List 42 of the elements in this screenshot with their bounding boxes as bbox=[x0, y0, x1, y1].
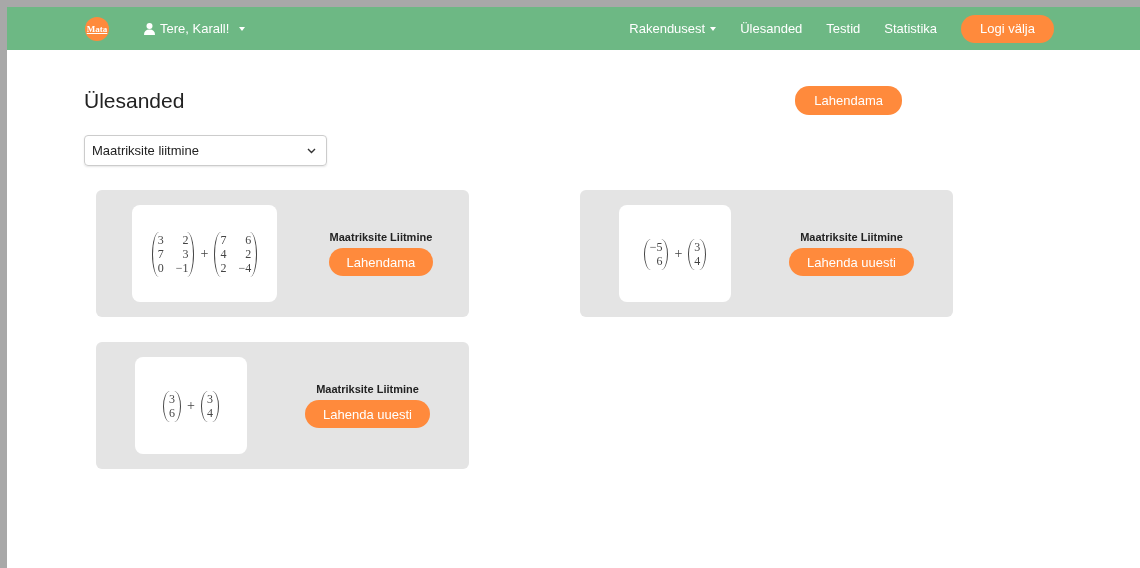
nav-link[interactable]: Rakendusest bbox=[629, 21, 706, 36]
matrix-entry: 2 bbox=[244, 248, 252, 261]
matrix-entry: 6 bbox=[244, 234, 252, 247]
matrix-entry: −1 bbox=[175, 262, 189, 275]
plus-sign: + bbox=[200, 245, 209, 262]
matrix-entry: 6 bbox=[655, 255, 663, 268]
matrix-entry: 3 bbox=[169, 393, 176, 406]
user-icon bbox=[144, 22, 155, 35]
matrix-entry: 4 bbox=[220, 248, 227, 261]
matrix-entry: 3 bbox=[181, 248, 189, 261]
topic-select[interactable]: Maatriksite liitmine bbox=[84, 135, 327, 166]
matrix-entry: 3 bbox=[694, 241, 701, 254]
plus-sign: + bbox=[674, 245, 683, 262]
matrix-entry: 4 bbox=[206, 407, 213, 420]
task-title: Maatriksite Liitmine bbox=[800, 231, 903, 243]
matrix-entry: 2 bbox=[181, 234, 189, 247]
caret-icon bbox=[239, 26, 246, 31]
nav-link[interactable]: Statistika bbox=[884, 21, 938, 36]
task-title: Maatriksite Liitmine bbox=[329, 231, 433, 243]
solve-button[interactable]: Lahendama bbox=[795, 86, 902, 115]
solve-button[interactable]: Lahendama bbox=[328, 248, 434, 276]
plus-sign: + bbox=[187, 397, 195, 414]
page-title: Ülesanded bbox=[84, 88, 185, 113]
matrix-entry: −5 bbox=[649, 241, 663, 254]
logout-button[interactable]: Logi välja bbox=[961, 14, 1054, 43]
task-title: Maatriksite Liitmine bbox=[316, 383, 419, 395]
solve-button[interactable]: Lahenda uuesti bbox=[789, 248, 914, 276]
logo[interactable]: Mata bbox=[85, 16, 109, 41]
user-menu[interactable]: Tere, Karall! bbox=[160, 21, 230, 36]
solve-button[interactable]: Lahenda uuesti bbox=[305, 400, 430, 428]
nav-link[interactable]: Ülesanded bbox=[740, 21, 803, 36]
matrix-entry: −4 bbox=[238, 262, 252, 275]
matrix-entry: 2 bbox=[220, 262, 227, 275]
matrix-entry: 4 bbox=[694, 255, 701, 268]
matrix-entry: 3 bbox=[206, 393, 213, 406]
matrix-entry: 3 bbox=[157, 234, 164, 247]
nav-link[interactable]: Testid bbox=[826, 21, 861, 36]
chevron-icon bbox=[307, 147, 316, 154]
matrix-entry: 7 bbox=[157, 248, 164, 261]
matrix-entry: 0 bbox=[157, 262, 164, 275]
matrix-entry: 6 bbox=[169, 407, 176, 420]
matrix-entry: 7 bbox=[220, 234, 227, 247]
